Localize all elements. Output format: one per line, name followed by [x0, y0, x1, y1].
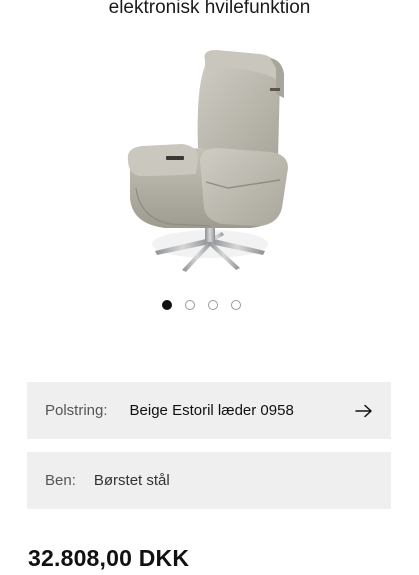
gallery-dot-2[interactable] — [185, 300, 195, 310]
product-price: 32.808,00 DKK — [28, 545, 190, 571]
upholstery-option-row[interactable]: Polstring: Beige Estoril læder 0958 — [27, 382, 391, 439]
product-subtitle: elektronisk hvilefunktion — [108, 0, 311, 18]
arrow-right-icon[interactable] — [355, 404, 373, 418]
legs-label: Ben: — [45, 472, 76, 489]
gallery-dot-1[interactable] — [162, 300, 172, 310]
legs-option-row[interactable]: Ben: Børstet stål — [27, 452, 391, 509]
gallery-dot-4[interactable] — [231, 300, 241, 310]
product-page: elektronisk hvilefunktion Polstring: Bei… — [0, 0, 419, 575]
recliner-chair-image[interactable] — [110, 48, 310, 278]
upholstery-label: Polstring: — [45, 402, 108, 419]
legs-value: Børstet stål — [93, 472, 170, 489]
gallery-pagination — [162, 300, 241, 310]
upholstery-value: Beige Estoril læder 0958 — [129, 402, 294, 419]
gallery-dot-3[interactable] — [208, 300, 218, 310]
